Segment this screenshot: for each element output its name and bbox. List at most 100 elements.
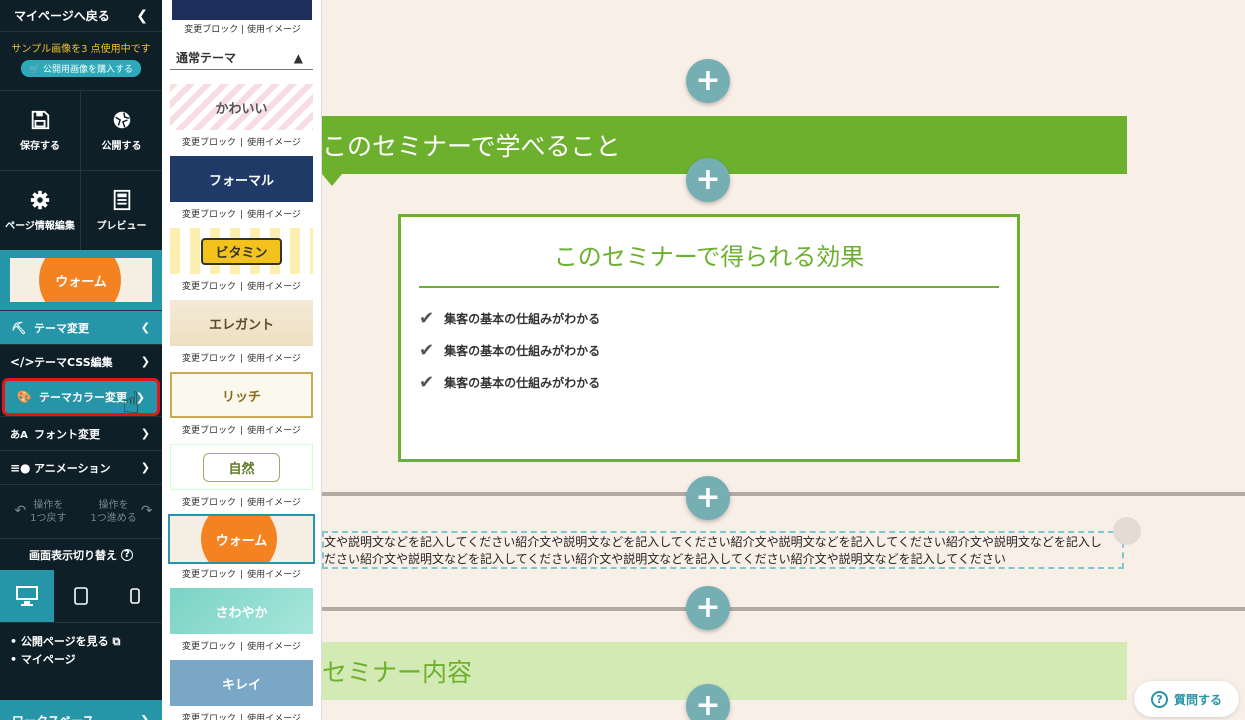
redo-label-2: 1つ進める [90, 512, 137, 524]
use-image-link[interactable]: 使用イメージ [247, 570, 301, 580]
change-block-link[interactable]: 変更ブロック [182, 426, 236, 436]
display-switch-label: 画面表示切り替え [29, 548, 117, 562]
paint-roller-icon: ⛏ [11, 320, 27, 335]
use-image-link[interactable]: 使用イメージ [247, 210, 301, 220]
theme-list-panel: 変更ブロック | 使用イメージ 通常テーマ ▲ かわいい 変更ブロック | 使用イメー… [162, 0, 322, 720]
pointer-hand-cursor: ☝ [122, 386, 141, 421]
preview-button[interactable]: プレビュー [81, 170, 162, 250]
block-handle[interactable] [1113, 517, 1141, 545]
caption-separator: | [240, 210, 244, 220]
device-desktop-button[interactable] [0, 570, 54, 622]
effects-box[interactable]: このセミナーで得られる効果 ✔ 集客の基本の仕組みがわかる ✔ 集客の基本の仕組みが… [398, 214, 1020, 462]
use-image-link[interactable]: 使用イメージ [247, 714, 301, 720]
change-block-link[interactable]: 変更ブロック [182, 210, 236, 220]
section-normal-themes[interactable]: 通常テーマ ▲ [170, 46, 313, 70]
back-to-mypage-button[interactable]: マイページへ戻る ❮ [0, 0, 162, 32]
redo-label-1: 操作を [98, 499, 129, 511]
change-block-link[interactable]: 変更ブロック [182, 498, 236, 508]
caption-separator: | [240, 498, 244, 508]
device-tablet-button[interactable] [54, 570, 108, 622]
list-item: ✔ 集客の基本の仕組みがわかる [401, 366, 1017, 398]
text-block-selected[interactable]: 文や説明文などを記入してください紹介文や説明文などを記入してください紹介文や説明… [322, 531, 1124, 569]
external-link-icon: ⧉ [112, 635, 121, 648]
use-image-link[interactable]: 使用イメージ [247, 426, 301, 436]
menu-animation[interactable]: ≡● アニメーション ❯ [0, 450, 162, 484]
menu-font-change[interactable]: あA フォント変更 ❯ [0, 416, 162, 450]
theme-item-elegant[interactable]: エレガント変更ブロック | 使用イメージ [170, 300, 313, 372]
change-block-link[interactable]: 変更ブロック [182, 642, 236, 652]
chevron-right-icon: ❯ [140, 461, 150, 474]
chevron-up-icon: ▲ [293, 50, 303, 65]
save-label: 保存する [20, 141, 60, 152]
add-block-button[interactable]: + [686, 684, 730, 720]
theme-name: ウォーム [215, 533, 268, 549]
theme-thumbnail[interactable]: ウォーム [168, 514, 315, 564]
link-view-public-page[interactable]: • 公開ページを見る ⧉ [10, 633, 162, 651]
desktop-icon [16, 586, 38, 606]
buy-image-button[interactable]: 🛒 公開用画像を購入する [20, 60, 142, 77]
plus-icon: + [695, 480, 721, 515]
theme-thumbnail[interactable]: キレイ [170, 660, 313, 706]
use-image-link[interactable]: 使用イメージ [247, 498, 301, 508]
heading-learn-text: このセミナーで学べること [322, 132, 621, 161]
theme-name: さわやか [215, 605, 268, 621]
list-item: ✔ 集客の基本の仕組みがわかる [401, 334, 1017, 366]
theme-thumbnail[interactable]: ビタミン [170, 228, 313, 274]
workspace-button[interactable]: ワークスペース ❯ [0, 700, 162, 720]
theme-item-fresh[interactable]: さわやか変更ブロック | 使用イメージ [170, 588, 313, 660]
ask-question-button[interactable]: ? 質問する [1134, 681, 1239, 717]
use-image-link[interactable]: 使用イメージ [247, 282, 301, 292]
theme-item-rich[interactable]: リッチ 変更ブロック | 使用イメージ [170, 372, 313, 444]
theme-thumbnail[interactable]: フォーマル [170, 156, 313, 202]
redo-button[interactable]: 操作を 1つ進める ↷ [81, 485, 162, 538]
theme-thumbnail[interactable]: 自然 [170, 444, 313, 490]
change-block-link[interactable]: 変更ブロック [182, 282, 236, 292]
add-block-button[interactable]: + [686, 586, 730, 630]
text-line: ださい紹介文や説明文などを記入してください紹介文や説明文などを記入してください紹… [324, 552, 1006, 566]
use-image-link[interactable]: 使用イメージ [247, 642, 301, 652]
theme-item-natural[interactable]: 自然変更ブロック | 使用イメージ [170, 444, 313, 516]
publish-button[interactable]: 公開する [81, 90, 162, 170]
theme-item-top[interactable]: 変更ブロック | 使用イメージ [162, 0, 321, 36]
display-switch-title: 画面表示切り替え ? [0, 538, 162, 570]
add-block-button[interactable]: + [686, 59, 730, 103]
save-button[interactable]: 保存する [0, 90, 81, 170]
sidebar-links: • 公開ページを見る ⧉ • マイページ [0, 622, 162, 700]
change-block-link[interactable]: 変更ブロック [182, 354, 236, 364]
add-block-button[interactable]: + [686, 476, 730, 520]
change-block-link[interactable]: 変更ブロック [182, 714, 236, 720]
theme-caption: 変更ブロック | 使用イメージ [170, 351, 313, 364]
menu-theme-change[interactable]: ⛏ テーマ変更 ❮ [0, 310, 162, 344]
plus-icon: + [695, 63, 721, 98]
palette-icon: 🎨 [16, 390, 32, 404]
theme-thumbnail[interactable]: リッチ [170, 372, 313, 418]
undo-button[interactable]: ↶ 操作を 1つ戻す [0, 485, 81, 538]
heading-content-text: セミナー内容 [322, 658, 473, 687]
use-image-link[interactable]: 使用イメージ [247, 138, 301, 148]
theme-item-warm[interactable]: ウォーム 変更ブロック | 使用イメージ [168, 514, 315, 588]
theme-item-vitamin[interactable]: ビタミン 変更ブロック | 使用イメージ [170, 228, 313, 300]
theme-caption: 変更ブロック | 使用イメージ [170, 639, 313, 652]
theme-thumbnail[interactable]: かわいい [170, 84, 313, 130]
theme-item-formal[interactable]: フォーマル変更ブロック | 使用イメージ [170, 156, 313, 228]
chevron-left-icon: ❮ [140, 321, 150, 334]
theme-item-kirei[interactable]: キレイ 変更ブロック | 使用イメージ [170, 660, 313, 720]
menu-theme-css-label: テーマCSS編集 [34, 355, 113, 369]
caption-separator: | [240, 138, 244, 148]
change-block-link[interactable]: 変更ブロック [182, 570, 236, 580]
animation-icon: ≡● [10, 460, 31, 475]
theme-thumbnail[interactable]: さわやか [170, 588, 313, 634]
plus-icon: + [695, 162, 721, 197]
device-mobile-button[interactable] [108, 570, 162, 622]
menu-theme-css-edit[interactable]: </> テーマCSS編集 ❯ [0, 344, 162, 378]
page-info-edit-button[interactable]: ページ情報編集 [0, 170, 81, 250]
help-circle-icon: ? [121, 548, 133, 561]
page-info-edit-label: ページ情報編集 [5, 221, 75, 232]
change-block-link[interactable]: 変更ブロック [182, 138, 236, 148]
current-theme-preview[interactable]: ウォーム [0, 250, 162, 310]
theme-thumbnail[interactable]: エレガント [170, 300, 313, 346]
theme-item-kawaii[interactable]: かわいい変更ブロック | 使用イメージ [170, 84, 313, 156]
use-image-link[interactable]: 使用イメージ [247, 354, 301, 364]
link-mypage[interactable]: • マイページ [10, 651, 162, 669]
add-block-button[interactable]: + [686, 158, 730, 202]
